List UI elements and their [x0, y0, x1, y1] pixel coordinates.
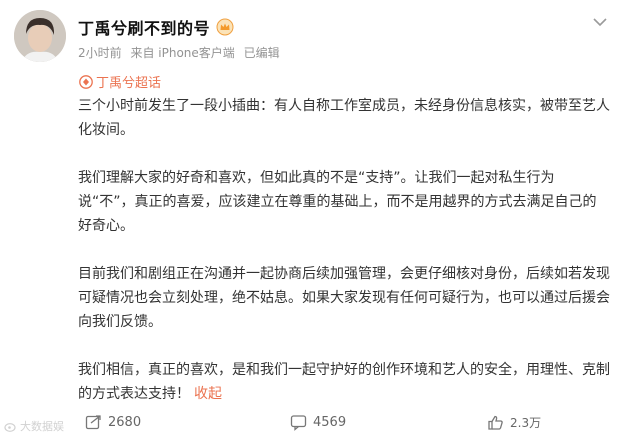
paragraph-text: 我们相信，真正的喜欢，是和我们一起守护好的创作环境和艺人的安全，用理性、克制的方…	[78, 362, 610, 402]
repost-button[interactable]: 2680	[85, 414, 141, 431]
post-meta: 2小时前 来自 iPhone客户端 已编辑	[78, 44, 285, 61]
comment-count: 4569	[313, 415, 347, 430]
post-source: 来自 iPhone客户端	[130, 46, 235, 60]
like-count: 2.3万	[510, 416, 542, 430]
like-button[interactable]: 2.3万	[487, 414, 541, 431]
paragraph: 我们理解大家的好奇和喜欢，但如此真的不是“支持”。让我们一起对私生行为说“不”，…	[78, 170, 597, 234]
supertopic-link[interactable]: 丁禹兮超话	[79, 72, 161, 91]
comment-button[interactable]: 4569	[290, 414, 346, 431]
supertopic-label: 丁禹兮超话	[96, 76, 162, 91]
author-row: 丁禹兮刷不到的号	[78, 16, 234, 38]
watermark-text: 大数据娱	[20, 420, 64, 433]
edited-label[interactable]: 已编辑	[244, 46, 280, 60]
vip-crown-icon[interactable]	[216, 18, 234, 36]
repost-count: 2680	[108, 415, 142, 430]
weibo-post: 丁禹兮刷不到的号 2小时前 来自 iPhone客户端 已编辑 丁禹兮超话 三个小…	[0, 0, 623, 444]
thumbs-up-icon	[488, 415, 503, 430]
repost-icon	[85, 415, 101, 430]
paragraph: 三个小时前发生了一段小插曲：有人自称工作室成员，未经身份信息核实，被带至艺人化妆…	[78, 98, 610, 138]
avatar-photo	[14, 10, 66, 62]
collapse-link[interactable]: 收起	[194, 386, 222, 402]
comment-icon	[290, 415, 307, 431]
supertopic-diamond-icon	[79, 74, 93, 89]
action-bar: 2680 4569 2.3万	[0, 410, 623, 438]
paragraph: 我们相信，真正的喜欢，是和我们一起守护好的创作环境和艺人的安全，用理性、克制的方…	[78, 358, 610, 406]
chevron-down-icon[interactable]	[591, 14, 609, 28]
weibo-logo-icon	[4, 423, 16, 432]
watermark: 大数据娱	[4, 418, 64, 434]
avatar[interactable]	[14, 10, 66, 62]
post-content: 三个小时前发生了一段小插曲：有人自称工作室成员，未经身份信息核实，被带至艺人化妆…	[78, 94, 610, 406]
post-time[interactable]: 2小时前	[78, 46, 122, 60]
paragraph: 目前我们和剧组正在沟通并一起协商后续加强管理，会更仔细核对身份，后续如若发现可疑…	[78, 266, 610, 330]
author-name[interactable]: 丁禹兮刷不到的号	[78, 15, 210, 39]
